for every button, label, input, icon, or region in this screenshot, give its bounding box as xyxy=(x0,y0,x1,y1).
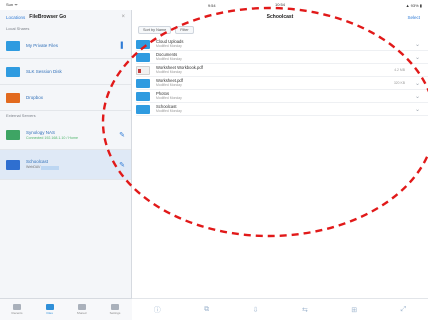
more-icon[interactable]: ⌄ xyxy=(415,80,420,87)
folder-icon xyxy=(45,304,54,310)
tab-files[interactable]: Files xyxy=(45,304,54,315)
list-item[interactable]: Schoolcast Modified Monday ⌄ xyxy=(136,103,428,116)
server-icon xyxy=(6,159,20,170)
folder-icon xyxy=(136,52,150,62)
info-icon[interactable]: ⓘ xyxy=(154,305,161,315)
account-label: My Private Files xyxy=(26,43,59,48)
folder-icon xyxy=(6,40,20,51)
filter-button[interactable]: Filter xyxy=(175,26,194,34)
more-icon[interactable]: ⌄ xyxy=(415,41,420,48)
server-label: Schoolcast xyxy=(26,159,49,165)
sidebar: Locations FileBrowser Go × Local Shares … xyxy=(0,10,132,320)
more-icon[interactable]: ⌄ xyxy=(415,67,420,74)
file-browser-pane: 10:54 Schoolcast Select Sort by Name Fil… xyxy=(132,2,428,320)
server-icon xyxy=(6,129,20,140)
grid-icon xyxy=(77,304,86,310)
folder-icon xyxy=(136,104,150,114)
grid-icon[interactable]: ⊞ xyxy=(351,306,357,314)
list-item[interactable]: Worksheet Workbook.pdf Modified Monday 4.… xyxy=(136,64,428,77)
account-dropbox[interactable]: Dropbox xyxy=(0,85,131,111)
copy-icon[interactable]: ⧉ xyxy=(204,306,209,314)
settings-icon xyxy=(111,304,119,310)
file-list: Cloud Uploads Modified Monday ⌄ Documents… xyxy=(132,36,428,116)
back-button[interactable]: Locations xyxy=(6,15,25,20)
list-item[interactable]: Cloud Uploads Modified Monday ⌄ xyxy=(136,38,428,51)
status-carrier: Sun ᯤ xyxy=(6,2,18,7)
chevron-right-icon[interactable]: ▌ xyxy=(121,43,125,49)
sidebar-header: Locations FileBrowser Go × xyxy=(0,10,131,24)
folder-icon xyxy=(136,39,150,49)
expand-icon[interactable]: ⤢ xyxy=(401,306,407,314)
list-item[interactable]: Photos Modified Monday ⌄ xyxy=(136,90,428,103)
folder-icon xyxy=(136,91,150,101)
sort-filter-bar: Sort by Name Filter xyxy=(132,24,428,36)
drive-icon xyxy=(6,66,20,77)
section-local-label: Local Shares xyxy=(6,26,30,31)
account-label: SLK Session Disk xyxy=(26,69,62,74)
download-icon[interactable]: ⇩ xyxy=(253,306,259,314)
gear-icon xyxy=(13,304,22,310)
account-session-disk[interactable]: SLK Session Disk xyxy=(0,59,131,85)
section-external-label: External Servers xyxy=(6,113,36,118)
sidebar-title: FileBrowser Go xyxy=(29,14,67,20)
folder-icon xyxy=(136,78,150,88)
tab-recents[interactable]: Recents xyxy=(12,304,23,315)
list-item[interactable]: Worksheet.pdf Modified Monday 320 KB ⌄ xyxy=(136,77,428,90)
select-button[interactable]: Select xyxy=(407,15,420,20)
server-status: Connected 192.168.1.10 / Home xyxy=(26,135,78,140)
pane-header: Schoolcast Select xyxy=(132,10,428,24)
server-synology[interactable]: Synology NAS Connected 192.168.1.10 / Ho… xyxy=(0,120,131,150)
pdf-icon xyxy=(136,65,150,75)
tab-settings[interactable]: Settings xyxy=(110,304,120,315)
account-my-private-files[interactable]: My Private Files ▌ xyxy=(0,33,131,59)
close-icon[interactable]: × xyxy=(121,14,125,20)
more-icon[interactable]: ⌄ xyxy=(415,93,420,100)
edit-pencil-icon[interactable]: ✎ xyxy=(119,131,125,139)
more-icon[interactable]: ⌄ xyxy=(415,106,420,113)
edit-pencil-icon[interactable]: ✎ xyxy=(119,161,125,169)
server-label: Synology NAS xyxy=(26,129,56,135)
server-status: WebDAV xyxy=(26,165,60,170)
header-clock: 10:54 xyxy=(274,2,285,7)
bottom-toolbar: ⓘ ⧉ ⇩ ⇆ ⊞ ⤢ xyxy=(132,298,428,320)
more-icon[interactable]: ⌄ xyxy=(415,54,420,61)
dropbox-icon xyxy=(6,92,20,103)
pane-title: Schoolcast xyxy=(266,14,294,20)
account-label: Dropbox xyxy=(26,95,44,100)
sort-button[interactable]: Sort by Name xyxy=(138,26,172,34)
list-item[interactable]: Documents Modified Monday ⌄ xyxy=(136,51,428,64)
server-schoolcast[interactable]: Schoolcast WebDAV ✎ xyxy=(0,150,131,180)
sidebar-tab-bar: Recents Files Shared Settings xyxy=(0,298,132,320)
move-icon[interactable]: ⇆ xyxy=(302,306,308,314)
tab-shared[interactable]: Shared xyxy=(77,304,86,315)
